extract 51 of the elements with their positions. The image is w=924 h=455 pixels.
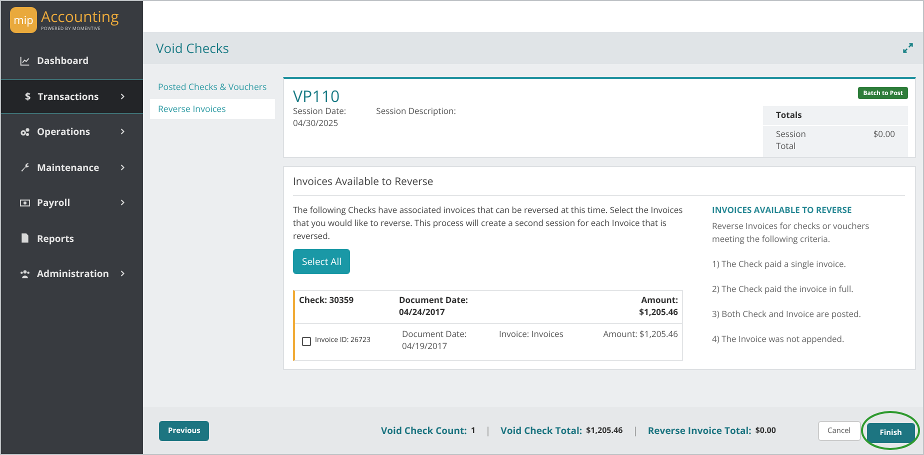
document-icon — [20, 233, 30, 244]
stat-label: Reverse Invoice Total: — [648, 424, 752, 437]
help-text: Reverse Invoices for checks or vouchers meeting the following criteria. — [712, 220, 870, 246]
stat-label: Void Check Total: — [500, 424, 582, 437]
session-date-label: Session Date: — [293, 106, 346, 118]
stat-label: Void Check Count: — [381, 424, 467, 437]
criteria-item: 1) The Check paid a single invoice. — [712, 258, 848, 271]
total-value: $0.00 — [873, 129, 895, 142]
totals-title: Totals — [763, 106, 908, 126]
page-title: Void Checks — [156, 39, 229, 57]
stat-value: 1 — [470, 425, 476, 436]
sidebar-item[interactable]: Reports — [1, 220, 143, 256]
criteria-item: 3) Both Check and Invoice are posted. — [712, 308, 862, 321]
expand-icon[interactable] — [903, 43, 913, 53]
document-date: 04/19/2017 — [402, 341, 448, 353]
criteria-item: 2) The Check paid the invoice in full. — [712, 283, 854, 296]
criteria-item: 4) The Invoice was not appended. — [712, 333, 846, 346]
stat-value: $1,205.46 — [586, 425, 623, 436]
session-date: 04/30/2025 — [293, 118, 340, 130]
invoice-checkbox[interactable] — [302, 336, 311, 346]
help-title: INVOICES AVAILABLE TO REVERSE — [712, 204, 853, 217]
separator: | — [485, 424, 491, 437]
amount-label: Amount: — [641, 295, 678, 307]
separator: | — [632, 424, 638, 437]
sidebar-item[interactable]: Dashboard — [1, 43, 143, 78]
invoice-amount: Amount: $1,205.46 — [602, 329, 678, 342]
logo-badge: mip — [10, 7, 37, 33]
banknote-icon — [20, 198, 30, 208]
sidebar-item[interactable]: Maintenance — [1, 150, 143, 185]
invoice-type: Invoice: Invoices — [499, 329, 564, 342]
sidebar-item[interactable]: Payroll — [1, 185, 143, 220]
wrench-icon — [20, 162, 30, 172]
stat-value: $0.00 — [755, 425, 776, 436]
amount-value: $1,205.46 — [639, 307, 678, 319]
total-label: Session Total — [776, 129, 808, 153]
sidebar-item[interactable]: Administration — [1, 256, 143, 292]
document-date-label: Document Date: — [402, 329, 468, 341]
sidebar-item[interactable]: $ Transactions — [1, 78, 143, 114]
users-icon — [20, 268, 30, 279]
section-title: Invoices Available to Reverse — [293, 175, 905, 196]
document-date-label: Document Date: — [399, 295, 469, 307]
chart-icon — [20, 56, 30, 66]
session-description-label: Session Description: — [376, 106, 456, 119]
session-id: VP110 — [293, 87, 341, 106]
dollar-icon: $ — [25, 89, 31, 104]
check-number: Check: 30359 — [299, 295, 355, 308]
app-name: Accounting — [41, 8, 119, 26]
gears-icon — [20, 126, 30, 137]
intro-text: The following Checks have associated invoices that can be reversed at this time. Select the Invoices that you would like to reverse. This process will create a second session for each Invoice that is reversed. — [293, 204, 684, 243]
sidebar-item[interactable]: Operations — [1, 114, 143, 150]
document-date: 04/24/2017 — [399, 307, 446, 319]
